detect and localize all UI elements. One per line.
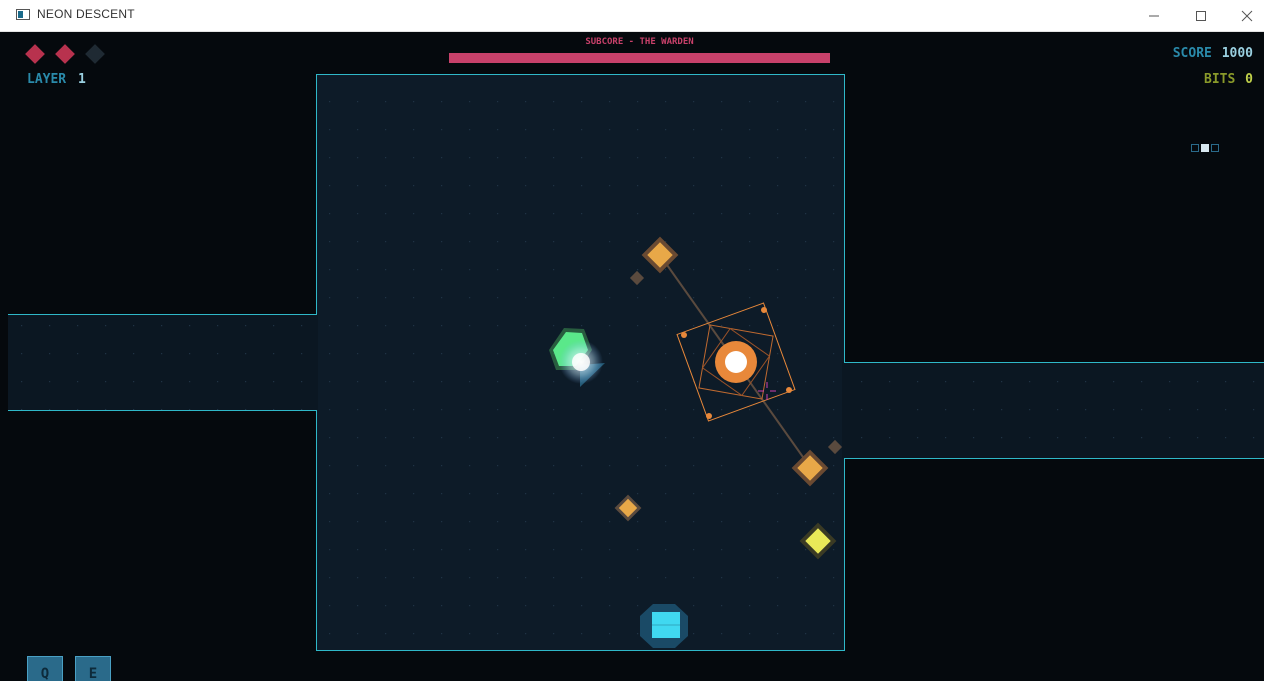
window-title: NEON DESCENT [37, 7, 135, 21]
bits-label: BITS [1204, 72, 1236, 87]
exit-portal [640, 604, 688, 648]
heart-icon [55, 44, 75, 64]
boss-health-bar [449, 53, 830, 63]
boss-name: SUBCORE - THE WARDEN [585, 37, 694, 47]
maximize-icon [1196, 10, 1206, 21]
score-value: 1000 [1221, 46, 1253, 61]
minimap-icon [1191, 144, 1219, 152]
heart-icon [85, 44, 105, 64]
game-viewport[interactable]: LAYER 1 SUBCORE - THE WARDEN SCORE 1000 … [8, 32, 1264, 681]
layer-label: LAYER [27, 72, 67, 87]
maximize-button[interactable] [1178, 0, 1224, 31]
close-icon [1241, 10, 1253, 21]
bits-display: BITS 0 [1204, 72, 1253, 87]
window-titlebar: NEON DESCENT [0, 0, 1264, 32]
boss-health-fill [449, 53, 830, 63]
layer-value: 1 [77, 72, 86, 87]
game-scene [8, 74, 1264, 651]
minimize-icon [1149, 15, 1159, 16]
close-button[interactable] [1224, 0, 1264, 31]
score-display: SCORE 1000 [1173, 46, 1253, 61]
layer-indicator: LAYER 1 [27, 72, 86, 87]
hearts-bar [25, 44, 105, 64]
minimize-button[interactable] [1131, 0, 1177, 31]
app-icon [16, 9, 30, 20]
heart-icon [25, 44, 45, 64]
score-label: SCORE [1172, 46, 1212, 61]
bits-value: 0 [1245, 72, 1253, 87]
ability-e-button[interactable]: E [75, 656, 111, 681]
ability-q-button[interactable]: Q [27, 656, 63, 681]
